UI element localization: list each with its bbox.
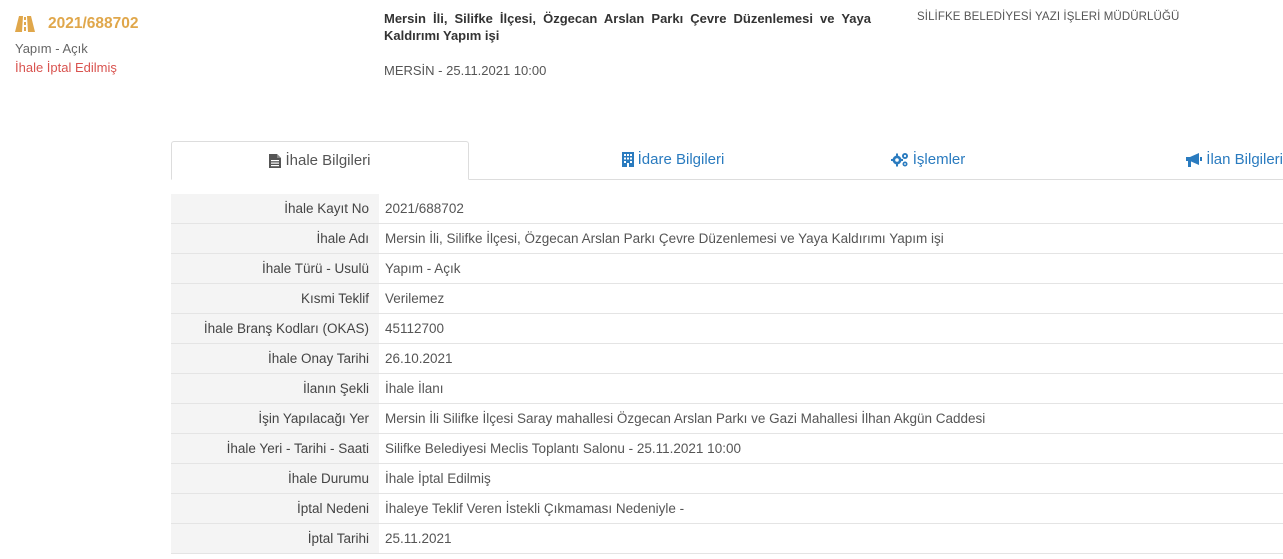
tender-location-date: MERSİN - 25.11.2021 10:00 bbox=[384, 63, 547, 78]
tab-ilan-bilgileri[interactable]: İlan Bilgileri bbox=[1166, 141, 1283, 178]
row-value: Silifke Belediyesi Meclis Toplantı Salon… bbox=[379, 433, 1283, 464]
row-label: İlanın Şekli bbox=[171, 373, 379, 404]
tab-bar: İhale Bilgileri İdare Bilgileri İşlemler… bbox=[171, 141, 1283, 180]
building-icon bbox=[621, 152, 634, 167]
row-label: İşin Yapılacağı Yer bbox=[171, 403, 379, 434]
table-row: İhale Onay Tarihi 26.10.2021 bbox=[171, 343, 1283, 374]
row-value: Mersin İli, Silifke İlçesi, Özgecan Arsl… bbox=[379, 223, 1283, 254]
row-value: İhaleye Teklif Veren İstekli Çıkmaması N… bbox=[379, 493, 1283, 524]
tender-status: İhale İptal Edilmiş bbox=[15, 60, 117, 75]
table-row: Kısmi Teklif Verilemez bbox=[171, 283, 1283, 314]
tab-ihale-bilgileri[interactable]: İhale Bilgileri bbox=[171, 141, 469, 180]
gears-icon bbox=[890, 153, 908, 167]
table-row: İhale Adı Mersin İli, Silifke İlçesi, Özg… bbox=[171, 223, 1283, 254]
row-label: İptal Nedeni bbox=[171, 493, 379, 524]
row-value: 45112700 bbox=[379, 313, 1283, 344]
table-row: İlanın Şekli İhale İlanı bbox=[171, 373, 1283, 404]
row-value: İhale İptal Edilmiş bbox=[379, 463, 1283, 494]
table-row: İhale Kayıt No 2021/688702 bbox=[171, 194, 1283, 224]
row-label: İptal Tarihi bbox=[171, 523, 379, 554]
table-row: İptal Tarihi 25.11.2021 bbox=[171, 523, 1283, 554]
row-label: İhale Onay Tarihi bbox=[171, 343, 379, 374]
table-row: İşin Yapılacağı Yer Mersin İli Silifke İl… bbox=[171, 403, 1283, 434]
megaphone-icon bbox=[1186, 152, 1203, 167]
tab-label: İlan Bilgileri bbox=[1206, 151, 1283, 168]
tender-summary: 2021/688702 Yapım - Açık İhale İptal Edi… bbox=[15, 13, 139, 75]
tab-idare-bilgileri[interactable]: İdare Bilgileri bbox=[468, 141, 878, 178]
table-row: İhale Yeri - Tarihi - Saati Silifke Beled… bbox=[171, 433, 1283, 464]
row-label: İhale Yeri - Tarihi - Saati bbox=[171, 433, 379, 464]
road-icon bbox=[15, 16, 35, 32]
table-row: İhale Branş Kodları (OKAS) 45112700 bbox=[171, 313, 1283, 344]
file-icon bbox=[269, 153, 282, 168]
row-value: 26.10.2021 bbox=[379, 343, 1283, 374]
tender-details-table: İhale Kayıt No 2021/688702 İhale Adı Mersi… bbox=[171, 194, 1283, 554]
administration-name: SİLİFKE BELEDİYESİ YAZI İŞLERİ MÜDÜRLÜĞÜ bbox=[917, 11, 1180, 23]
row-label: İhale Türü - Usulü bbox=[171, 253, 379, 284]
tab-label: İhale Bilgileri bbox=[285, 152, 371, 169]
row-value: İhale İlanı bbox=[379, 373, 1283, 404]
table-row: İhale Durumu İhale İptal Edilmiş bbox=[171, 463, 1283, 494]
table-row: İhale Türü - Usulü Yapım - Açık bbox=[171, 253, 1283, 284]
tab-label: İşlemler bbox=[912, 151, 966, 168]
tender-number[interactable]: 2021/688702 bbox=[48, 15, 139, 33]
row-label: İhale Branş Kodları (OKAS) bbox=[171, 313, 379, 344]
row-value: Mersin İli Silifke İlçesi Saray mahalles… bbox=[379, 403, 1283, 434]
row-value: Verilemez bbox=[379, 283, 1283, 314]
row-label: İhale Durumu bbox=[171, 463, 379, 494]
tender-type: Yapım - Açık bbox=[15, 41, 88, 56]
tab-islemler[interactable]: İşlemler bbox=[868, 141, 988, 178]
tab-label: İdare Bilgileri bbox=[637, 151, 725, 168]
row-value: 2021/688702 bbox=[379, 194, 1283, 224]
tender-number-row: 2021/688702 bbox=[15, 13, 139, 35]
row-label: İhale Adı bbox=[171, 223, 379, 254]
row-value: 25.11.2021 bbox=[379, 523, 1283, 554]
tender-title[interactable]: Mersin İli, Silifke İlçesi, Özgecan Arsl… bbox=[384, 10, 871, 44]
row-label: İhale Kayıt No bbox=[171, 194, 379, 224]
tender-title-block: Mersin İli, Silifke İlçesi, Özgecan Arsl… bbox=[384, 10, 871, 78]
table-row: İptal Nedeni İhaleye Teklif Veren İstekli… bbox=[171, 493, 1283, 524]
row-value: Yapım - Açık bbox=[379, 253, 1283, 284]
row-label: Kısmi Teklif bbox=[171, 283, 379, 314]
